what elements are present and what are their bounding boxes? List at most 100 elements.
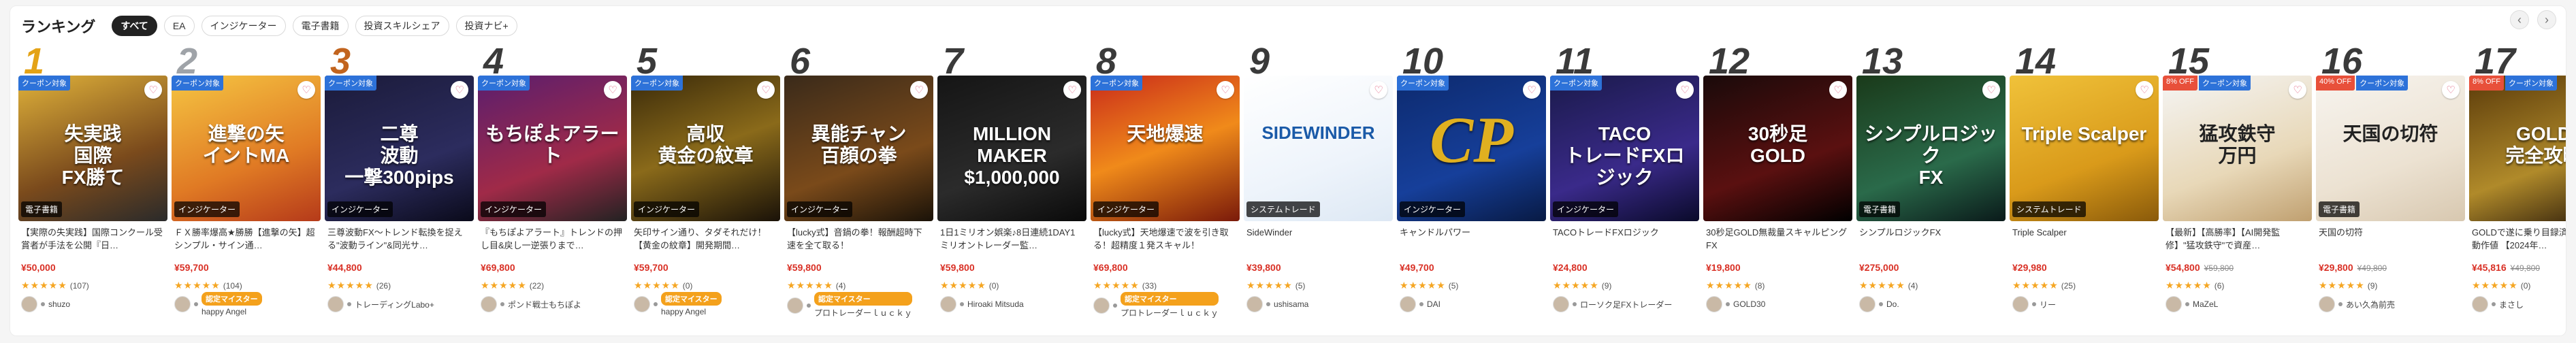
product-thumbnail[interactable]: ♡ MILLION MAKER $1,000,000 <box>937 76 1086 221</box>
seller-row[interactable]: リー <box>2012 296 2056 312</box>
ranking-card[interactable]: 12 ♡ 30秒足 GOLD 30秒足GOLD無裁量スキャルピングFX ¥19,800 ★… <box>1703 43 1852 334</box>
seller-name[interactable]: ローソク足FXトレーダー <box>1580 299 1672 310</box>
favorite-heart-icon[interactable]: ♡ <box>1523 81 1541 99</box>
favorite-heart-icon[interactable]: ♡ <box>2289 81 2306 99</box>
product-title[interactable]: キャンドルパワー <box>1400 227 1543 254</box>
seller-row[interactable]: 認定マイスター happy Angel <box>634 292 722 316</box>
favorite-heart-icon[interactable]: ♡ <box>144 81 162 99</box>
seller-row[interactable]: 認定マイスター happy Angel <box>174 292 262 316</box>
product-title[interactable]: TACOトレードFXロジック <box>1553 227 1696 254</box>
favorite-heart-icon[interactable]: ♡ <box>2136 81 2153 99</box>
product-title[interactable]: シンプルロジックFX <box>1859 227 2003 254</box>
favorite-heart-icon[interactable]: ♡ <box>1829 81 1847 99</box>
seller-name[interactable]: リー <box>2040 299 2056 310</box>
ranking-card[interactable]: 7 ♡ MILLION MAKER $1,000,000 1日1ミリオン娯楽♪8日連続… <box>937 43 1086 334</box>
seller-row[interactable]: トレーディングLabo+ <box>327 296 434 312</box>
product-thumbnail[interactable]: クーポン対象 ♡ 天地爆速 インジケーター <box>1091 76 1240 221</box>
seller-name[interactable]: DAI <box>1427 299 1440 309</box>
ranking-card[interactable]: 2 クーポン対象 ♡ 進撃の矢 イントMA インジケーター ＦＸ勝率爆高★勝勝【進撃の矢】… <box>172 43 321 334</box>
seller-row[interactable]: あい久為前売 <box>2319 296 2395 312</box>
seller-row[interactable]: DAI <box>1400 296 1440 312</box>
product-title[interactable]: GOLDで遂に乗り目録済みのための動作値 【2024年… <box>2472 227 2566 254</box>
product-thumbnail[interactable]: クーポン対象 ♡ 二尊 波動 一撃300pips インジケーター <box>325 76 474 221</box>
ranking-card[interactable]: 1 クーポン対象 ♡ 失実践 国際 FX勝て 電子書籍 【実際の失実践】国際コンクール受賞… <box>18 43 167 334</box>
favorite-heart-icon[interactable]: ♡ <box>1370 81 1387 99</box>
product-title[interactable]: 『もちぽよアラート』トレンドの押し目&戻し一逆張りまで… <box>481 227 624 254</box>
product-thumbnail[interactable]: ♡ 異能チャン 百顔の拳 インジケーター <box>784 76 933 221</box>
favorite-heart-icon[interactable]: ♡ <box>2442 81 2460 99</box>
seller-name[interactable]: happy Angel <box>202 307 262 316</box>
product-title[interactable]: SideWinder <box>1246 227 1390 254</box>
seller-name[interactable]: shuzo <box>48 299 70 309</box>
ranking-card[interactable]: 178% OFFクーポン対象♡GOLD 完全攻略 GOLDで遂に乗り目録済みのため… <box>2469 43 2566 334</box>
product-thumbnail[interactable]: クーポン対象 ♡ 高収 黄金の紋章 インジケーター <box>631 76 780 221</box>
seller-name[interactable]: ポンド戦士もちぽよ <box>508 299 581 310</box>
product-title[interactable]: 【lucky式】天地爆速で波を引き取る！超精度１発スキャル！ <box>1093 227 1237 254</box>
prev-arrow-icon[interactable]: ‹ <box>2510 10 2529 29</box>
seller-name[interactable]: Hiroaki Mitsuda <box>967 299 1024 309</box>
ranking-card[interactable]: 6 ♡ 異能チャン 百顔の拳 インジケーター 【lucky式】音鍋の拳！報酬超時下速を全… <box>784 43 933 334</box>
seller-row[interactable]: GOLD30 <box>1706 296 1765 312</box>
product-title[interactable]: 【lucky式】音鍋の拳！報酬超時下速を全て取る！ <box>787 227 931 254</box>
seller-name[interactable]: プロトレーダーｌｕｃｋｙ <box>814 307 912 318</box>
product-thumbnail[interactable]: クーポン対象 ♡ 失実践 国際 FX勝て 電子書籍 <box>18 76 167 221</box>
ranking-card[interactable]: 5 クーポン対象 ♡ 高収 黄金の紋章 インジケーター 矢印サイン通り、タダそれだけ！【黄… <box>631 43 780 334</box>
seller-row[interactable]: まさし <box>2472 296 2524 312</box>
ranking-card[interactable]: 15 8% OFF クーポン対象 ♡ 猛攻鉄守 万円 【最新】【高勝率】【AI開発監修】"… <box>2163 43 2312 334</box>
product-thumbnail[interactable]: 8% OFFクーポン対象♡GOLD 完全攻略 <box>2469 76 2566 221</box>
product-title[interactable]: 矢印サイン通り、タダそれだけ！【黄金の紋章】開発期間… <box>634 227 777 254</box>
filter-chip[interactable]: 電子書籍 <box>292 16 349 36</box>
favorite-heart-icon[interactable]: ♡ <box>1982 81 2000 99</box>
seller-row[interactable]: Hiroaki Mitsuda <box>940 296 1024 312</box>
seller-name[interactable]: MaZeL <box>2193 299 2218 309</box>
favorite-heart-icon[interactable]: ♡ <box>1063 81 1081 99</box>
seller-name[interactable]: happy Angel <box>661 307 722 316</box>
seller-row[interactable]: ローソク足FXトレーダー <box>1553 296 1672 312</box>
seller-row[interactable]: ushisama <box>1246 296 1308 312</box>
seller-row[interactable]: shuzo <box>21 296 70 312</box>
product-title[interactable]: 天国の切符 <box>2319 227 2462 254</box>
ranking-card[interactable]: 9 ♡ SIDEWINDER システムトレード SideWinder ¥39,800 ★★★… <box>1244 43 1393 334</box>
product-thumbnail[interactable]: ♡ シンプルロジック FX 電子書籍 <box>1856 76 2006 221</box>
seller-name[interactable]: ushisama <box>1274 299 1308 309</box>
ranking-card[interactable]: 16 40% OFF クーポン対象 ♡ 天国の切符 電子書籍 天国の切符 ¥29,800 ¥49… <box>2316 43 2465 334</box>
seller-row[interactable]: Do. <box>1859 296 1899 312</box>
filter-chip[interactable]: インジケーター <box>201 16 286 36</box>
favorite-heart-icon[interactable]: ♡ <box>604 81 622 99</box>
product-title[interactable]: Triple Scalper <box>2012 227 2156 254</box>
ranking-card[interactable]: 14 ♡ Triple Scalper システムトレード Triple Scalper ¥… <box>2010 43 2159 334</box>
filter-chip[interactable]: EA <box>163 16 195 36</box>
product-thumbnail[interactable]: 8% OFF クーポン対象 ♡ 猛攻鉄守 万円 <box>2163 76 2312 221</box>
ranking-card[interactable]: 3 クーポン対象 ♡ 二尊 波動 一撃300pips インジケーター 三尊波動FX～トレン… <box>325 43 474 334</box>
seller-name[interactable]: あい久為前売 <box>2346 299 2395 310</box>
ranking-card[interactable]: 10 クーポン対象 ♡ CP インジケーター キャンドルパワー ¥49,700 ★★★★★ (5… <box>1397 43 1546 334</box>
favorite-heart-icon[interactable]: ♡ <box>910 81 928 99</box>
product-thumbnail[interactable]: 40% OFF クーポン対象 ♡ 天国の切符 電子書籍 <box>2316 76 2465 221</box>
seller-row[interactable]: ポンド戦士もちぽよ <box>481 296 581 312</box>
favorite-heart-icon[interactable]: ♡ <box>757 81 775 99</box>
seller-name[interactable]: Do. <box>1886 299 1899 309</box>
product-title[interactable]: 1日1ミリオン娯楽♪8日連続1DAY1ミリオントレーダー監… <box>940 227 1084 254</box>
product-title[interactable]: 【実際の失実践】国際コンクール受賞者が手法を公開『日… <box>21 227 165 254</box>
seller-name[interactable]: プロトレーダーｌｕｃｋｙ <box>1121 307 1219 318</box>
product-title[interactable]: 【最新】【高勝率】【AI開発監修】"猛攻鉄守"で資産… <box>2166 227 2309 254</box>
product-thumbnail[interactable]: ♡ SIDEWINDER システムトレード <box>1244 76 1393 221</box>
product-thumbnail[interactable]: クーポン対象 ♡ もちぽよアラート インジケーター <box>478 76 627 221</box>
seller-name[interactable]: トレーディングLabo+ <box>355 299 434 310</box>
product-thumbnail[interactable]: ♡ 30秒足 GOLD <box>1703 76 1852 221</box>
product-title[interactable]: 三尊波動FX～トレンド転換を捉える"波動ライン"&同光サ… <box>327 227 471 254</box>
filter-chip[interactable]: 投資ナビ+ <box>455 16 517 36</box>
favorite-heart-icon[interactable]: ♡ <box>1676 81 1694 99</box>
product-title[interactable]: 30秒足GOLD無裁量スキャルピングFX <box>1706 227 1850 254</box>
ranking-card[interactable]: 13 ♡ シンプルロジック FX 電子書籍 シンプルロジックFX ¥275,000 ★★★★… <box>1856 43 2006 334</box>
seller-row[interactable]: 認定マイスター プロトレーダーｌｕｃｋｙ <box>1093 292 1219 318</box>
ranking-card[interactable]: 8 クーポン対象 ♡ 天地爆速 インジケーター 【lucky式】天地爆速で波を引き取る！超… <box>1091 43 1240 334</box>
seller-row[interactable]: MaZeL <box>2166 296 2218 312</box>
product-thumbnail[interactable]: クーポン対象 ♡ 進撃の矢 イントMA インジケーター <box>172 76 321 221</box>
favorite-heart-icon[interactable]: ♡ <box>297 81 315 99</box>
seller-name[interactable]: GOLD30 <box>1733 299 1765 309</box>
product-thumbnail[interactable]: クーポン対象 ♡ CP インジケーター <box>1397 76 1546 221</box>
product-thumbnail[interactable]: ♡ Triple Scalper システムトレード <box>2010 76 2159 221</box>
ranking-card[interactable]: 4 クーポン対象 ♡ もちぽよアラート インジケーター 『もちぽよアラート』トレンドの押し… <box>478 43 627 334</box>
filter-chip[interactable]: 投資スキルシェア <box>355 16 449 36</box>
